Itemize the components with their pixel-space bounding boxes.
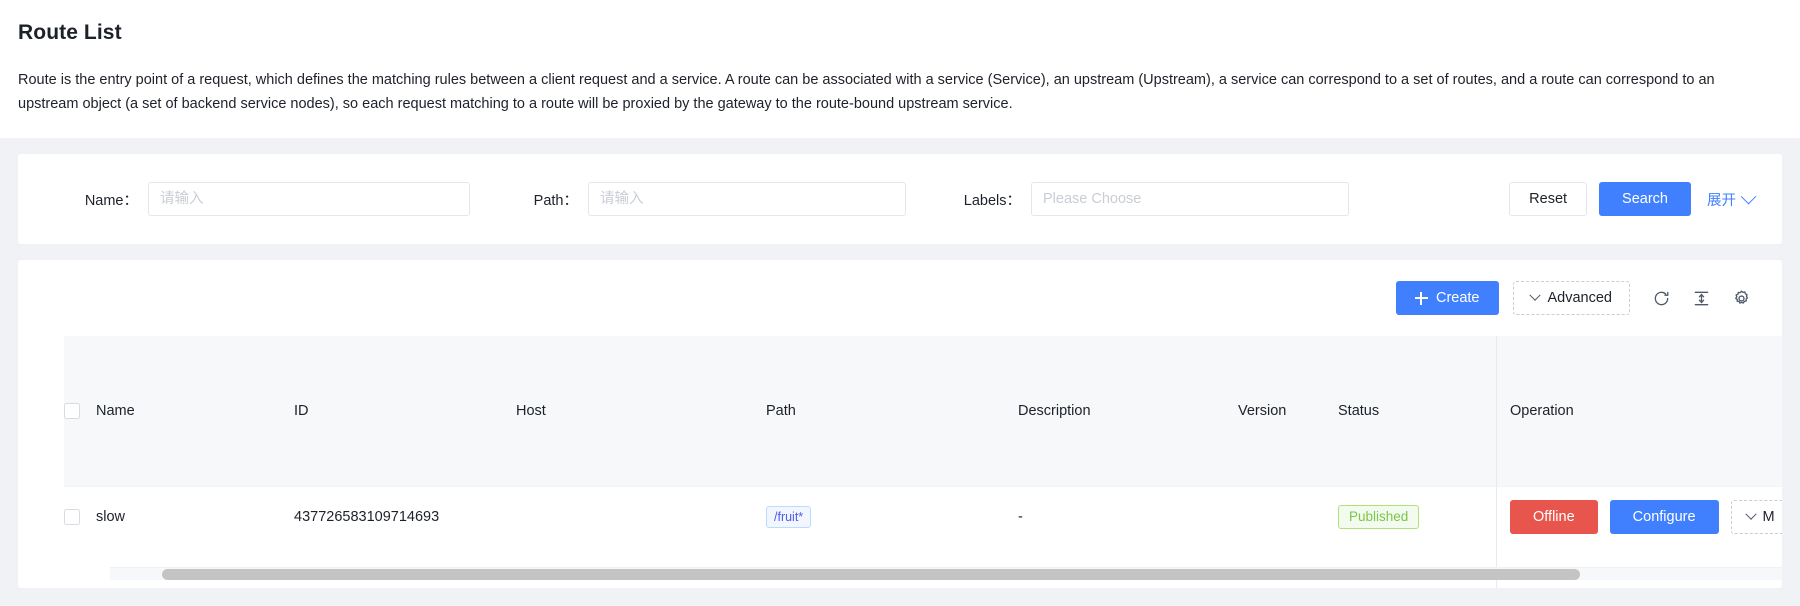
column-header-host[interactable]: Host [516, 336, 766, 486]
configure-button[interactable]: Configure [1610, 500, 1719, 534]
filter-field-name: Name： [18, 182, 470, 216]
cell-path: /fruit* [766, 486, 1018, 547]
column-header-description[interactable]: Description [1018, 336, 1238, 486]
labels-select[interactable] [1031, 182, 1349, 216]
cell-id: 437726583109714693 [294, 486, 516, 547]
horizontal-scrollbar-track[interactable] [110, 567, 1782, 580]
table-panel: Create Advanced [18, 260, 1782, 588]
column-header-name[interactable]: Name [96, 336, 294, 486]
create-button[interactable]: Create [1396, 281, 1499, 315]
table-header: Name ID Host Path Description Version St… [64, 336, 1782, 486]
content-shell: Name： Path： Labels： Reset Search 展开 Crea… [0, 154, 1800, 588]
cell-host [516, 486, 766, 547]
column-header-path[interactable]: Path [766, 336, 1018, 486]
chevron-down-icon [1745, 508, 1756, 519]
cell-description: - [1018, 486, 1238, 547]
path-label: Path： [470, 189, 588, 210]
status-badge: Published [1338, 505, 1419, 529]
page-description: Route is the entry point of a request, w… [18, 68, 1778, 116]
cell-status: Published [1338, 486, 1498, 547]
cell-name: slow [96, 486, 294, 547]
more-actions-label: M [1763, 509, 1775, 525]
row-select-cell [64, 486, 96, 547]
filter-panel: Name： Path： Labels： Reset Search 展开 [18, 154, 1782, 244]
cell-operation: Offline Configure M [1498, 486, 1782, 547]
search-button[interactable]: Search [1599, 182, 1691, 216]
more-actions-button[interactable]: M [1731, 500, 1782, 534]
name-label: Name： [18, 189, 148, 210]
refresh-icon[interactable] [1648, 285, 1674, 311]
filter-field-path: Path： [470, 182, 906, 216]
table-scroll-container: Name ID Host Path Description Version St… [64, 336, 1782, 588]
expand-filters-link[interactable]: 展开 [1703, 189, 1754, 210]
column-header-status[interactable]: Status [1338, 336, 1498, 486]
offline-button[interactable]: Offline [1510, 500, 1598, 534]
page-title: Route List [18, 18, 1782, 48]
row-checkbox[interactable] [64, 509, 80, 525]
gear-icon[interactable] [1728, 285, 1754, 311]
column-header-id[interactable]: ID [294, 336, 516, 486]
expand-filters-label: 展开 [1707, 189, 1736, 210]
table-header-row: Name ID Host Path Description Version St… [64, 336, 1782, 486]
table-row[interactable]: slow 437726583109714693 /fruit* - Publis… [64, 486, 1782, 547]
horizontal-scrollbar-thumb[interactable] [162, 569, 1580, 580]
cell-version [1238, 486, 1338, 547]
create-button-label: Create [1436, 290, 1480, 306]
plus-icon [1415, 292, 1428, 305]
chevron-down-icon [1741, 188, 1757, 204]
chevron-down-icon [1529, 290, 1540, 301]
select-all-checkbox[interactable] [64, 403, 80, 419]
select-all-header [64, 336, 96, 486]
filter-actions: Reset Search 展开 [1509, 182, 1754, 216]
reset-button[interactable]: Reset [1509, 182, 1587, 216]
page-header: Route List Route is the entry point of a… [0, 0, 1800, 138]
column-header-version[interactable]: Version [1238, 336, 1338, 486]
column-header-operation: Operation [1498, 336, 1782, 486]
path-tag: /fruit* [766, 506, 811, 528]
labels-label: Labels： [906, 189, 1031, 210]
row-actions: Offline Configure M [1498, 500, 1782, 534]
advanced-button[interactable]: Advanced [1513, 281, 1631, 315]
advanced-button-label: Advanced [1548, 290, 1613, 306]
name-input[interactable] [148, 182, 470, 216]
table-toolbar: Create Advanced [18, 260, 1782, 336]
path-input[interactable] [588, 182, 906, 216]
density-icon[interactable] [1688, 285, 1714, 311]
route-table: Name ID Host Path Description Version St… [64, 336, 1782, 547]
filter-field-labels: Labels： [906, 182, 1349, 216]
table-body: slow 437726583109714693 /fruit* - Publis… [64, 486, 1782, 547]
toolbar-icons [1648, 285, 1754, 311]
